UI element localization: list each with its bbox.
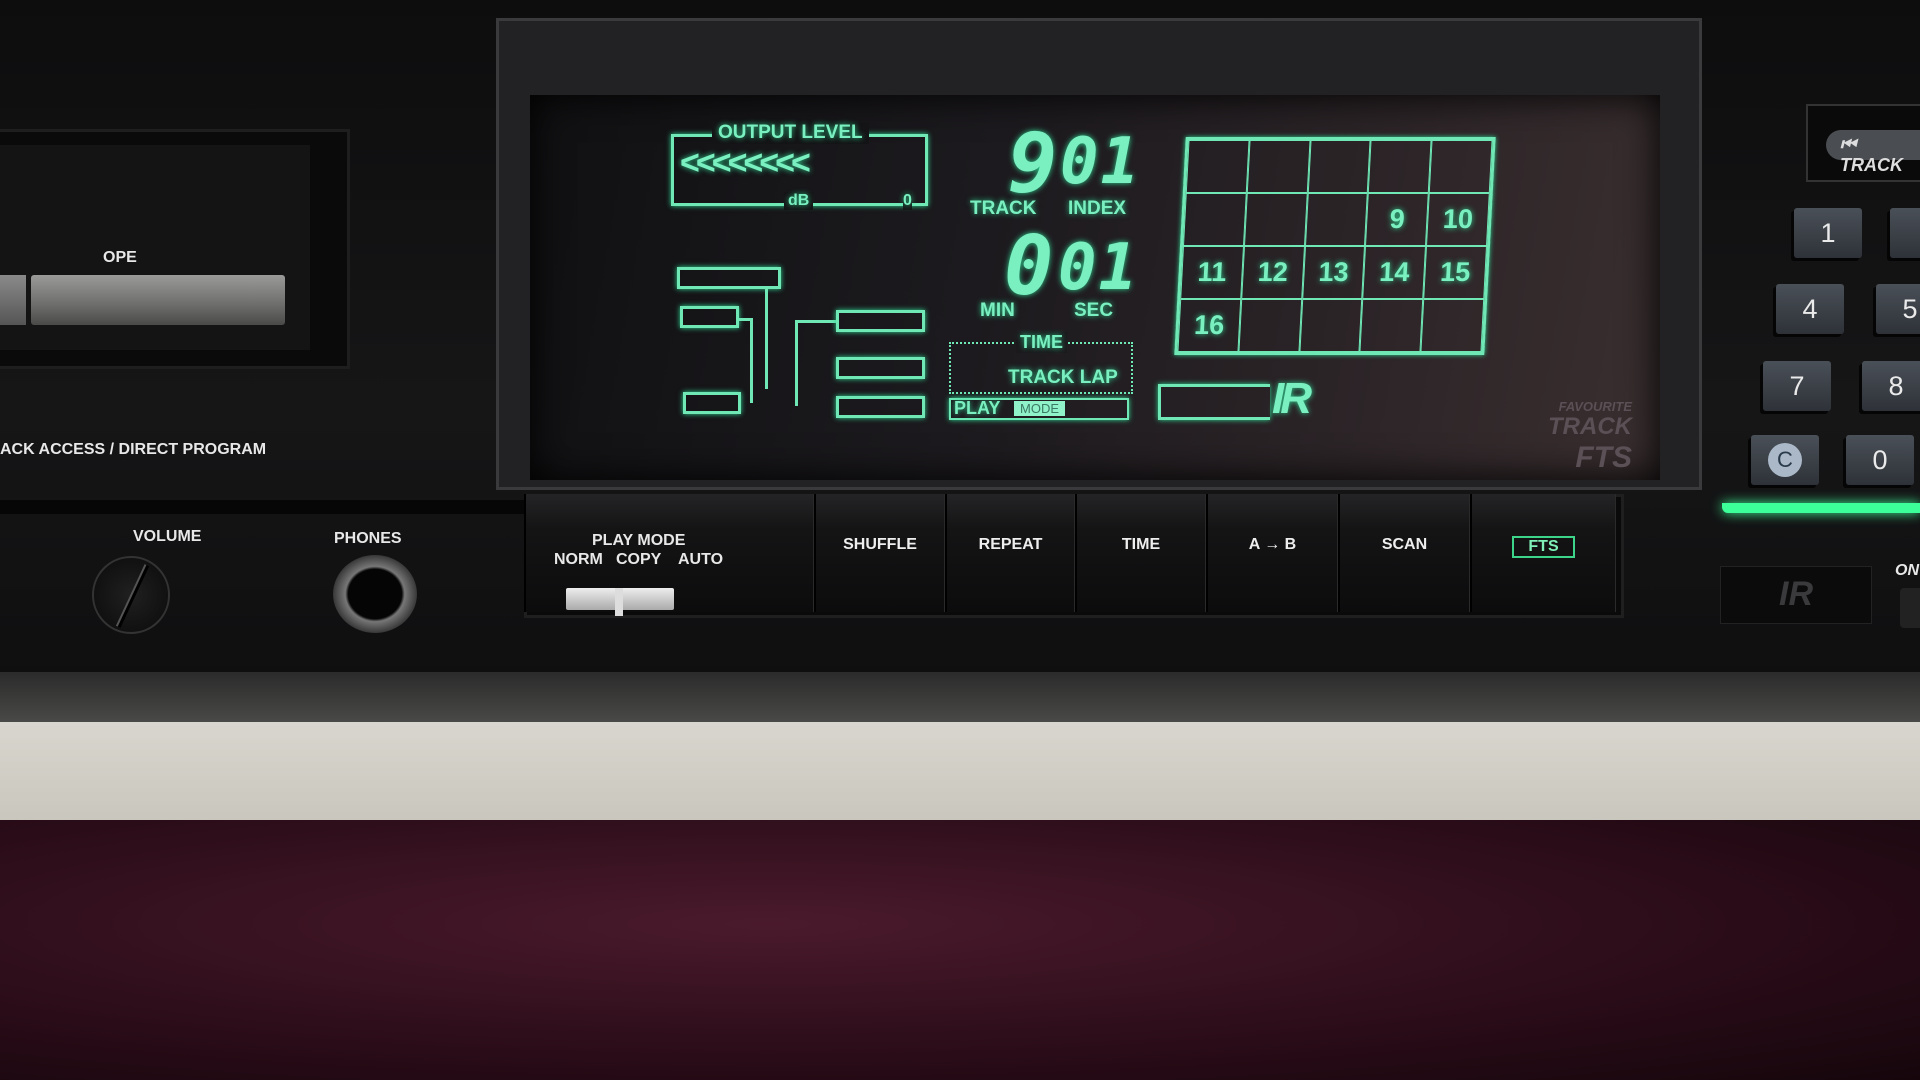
auto-label: AUTO: [678, 551, 724, 568]
min-label: MIN: [980, 300, 1015, 321]
grid-cell: [1299, 299, 1363, 352]
track-lap-label: TRACK LAP: [1008, 367, 1118, 388]
grid-cell: 12: [1241, 246, 1305, 299]
fts-logo: FAVOURITE TRACK FTS: [1548, 399, 1632, 474]
track-button-label: TRACK: [1840, 155, 1903, 175]
key-clear[interactable]: C: [1751, 435, 1819, 485]
sec-label: SEC: [1074, 300, 1114, 321]
program-block: [836, 357, 925, 379]
velvet-cloth: [0, 820, 1920, 1080]
track-label: TRACK: [970, 198, 1037, 219]
clear-label: C: [1768, 443, 1802, 477]
panel-divider: [0, 500, 530, 514]
level-chevrons: <<<<<<<<: [680, 144, 811, 182]
scan-button[interactable]: SCAN: [1338, 494, 1470, 612]
sec-digits: 01: [1058, 231, 1140, 305]
index-label: INDEX: [1068, 198, 1127, 219]
grid-cell: 15: [1423, 246, 1487, 299]
grid-cell: 10: [1426, 193, 1490, 246]
time-label: TIME: [1016, 332, 1067, 353]
time-label: TIME: [1121, 536, 1161, 553]
bottom-bezel: [0, 672, 1920, 724]
open-close-button[interactable]: [31, 275, 285, 325]
shuffle-button[interactable]: SHUFFLE: [814, 494, 945, 612]
key-8[interactable]: 8: [1862, 361, 1920, 411]
ir-indicator-box: [1158, 384, 1270, 420]
program-block: [836, 396, 925, 418]
mode-label: MODE: [1014, 401, 1065, 416]
zero-label: 0: [903, 192, 912, 210]
key-5[interactable]: 5: [1876, 284, 1920, 334]
grid-cell: 9: [1365, 193, 1429, 246]
grid-cell: [1359, 299, 1424, 352]
output-level-label: OUTPUT LEVEL: [712, 122, 869, 144]
program-line: [750, 318, 753, 403]
key-2[interactable]: [1890, 208, 1920, 258]
min-digits: 0: [1004, 219, 1056, 314]
power-button[interactable]: [1900, 588, 1920, 628]
track-grid: 9 10 11 12 13 14 15 16: [1174, 137, 1496, 355]
track-skip-button[interactable]: ⏮ TRACK: [1826, 130, 1920, 175]
time-button[interactable]: TIME: [1075, 494, 1206, 612]
copy-label: COPY: [616, 551, 662, 568]
repeat-button[interactable]: REPEAT: [945, 494, 1075, 612]
grid-cell: 16: [1177, 299, 1242, 352]
index-digits: 01: [1060, 125, 1142, 199]
access-label: ACK ACCESS / DIRECT PROGRAM: [0, 441, 267, 458]
ir-sensor-window: IR: [1720, 566, 1872, 624]
norm-label: NORM: [554, 551, 603, 568]
grid-cell: [1243, 193, 1308, 246]
volume-label: VOLUME: [133, 528, 202, 545]
db-label: dB: [784, 192, 814, 210]
play-label: PLAY: [954, 398, 1001, 418]
key-0[interactable]: 0: [1846, 435, 1914, 485]
grid-cell: [1428, 140, 1493, 193]
program-block: [680, 306, 739, 328]
grid-cell: [1238, 299, 1302, 352]
skip-back-icon: ⏮: [1840, 134, 1857, 154]
shuffle-label: SHUFFLE: [843, 536, 917, 553]
key-4[interactable]: 4: [1776, 284, 1844, 334]
phones-jack[interactable]: [333, 555, 417, 633]
program-block: [683, 392, 741, 414]
track-digits: 9: [1008, 117, 1060, 212]
grid-cell: [1185, 140, 1250, 193]
fts-button[interactable]: FTS: [1470, 494, 1616, 612]
a-b-button[interactable]: A → B: [1206, 494, 1338, 612]
on-label: ON: [1895, 562, 1919, 579]
repeat-label: REPEAT: [978, 536, 1043, 553]
shelf: [0, 722, 1920, 822]
power-led-strip: [1722, 503, 1920, 513]
program-block: [836, 310, 925, 332]
grid-cell: 11: [1180, 246, 1244, 299]
grid-cell: [1183, 193, 1247, 246]
grid-cell: [1368, 140, 1432, 193]
grid-cell: [1307, 140, 1371, 193]
play-mode-slider[interactable]: [566, 588, 674, 616]
grid-cell: 14: [1362, 246, 1427, 299]
program-line: [795, 320, 837, 323]
grid-cell: 13: [1301, 246, 1366, 299]
scan-label: SCAN: [1381, 536, 1428, 553]
program-line: [795, 320, 798, 406]
key-7[interactable]: 7: [1763, 361, 1831, 411]
open-label: OPE: [103, 249, 137, 266]
phones-label: PHONES: [334, 530, 402, 547]
a-b-label: A → B: [1248, 536, 1297, 553]
program-block: [677, 267, 781, 289]
grid-cell: [1246, 140, 1311, 193]
ir-window-logo: IR: [1779, 575, 1813, 613]
volume-knob[interactable]: [92, 556, 170, 634]
ir-logo: IR: [1272, 374, 1312, 423]
grid-cell: [1304, 193, 1369, 246]
play-mode-label: PLAY MODE: [592, 532, 686, 549]
grid-cell: [1420, 299, 1485, 352]
fts-label: FTS: [1512, 536, 1575, 558]
open-button-left[interactable]: [0, 275, 26, 325]
program-line: [765, 289, 768, 389]
key-1[interactable]: 1: [1794, 208, 1862, 258]
